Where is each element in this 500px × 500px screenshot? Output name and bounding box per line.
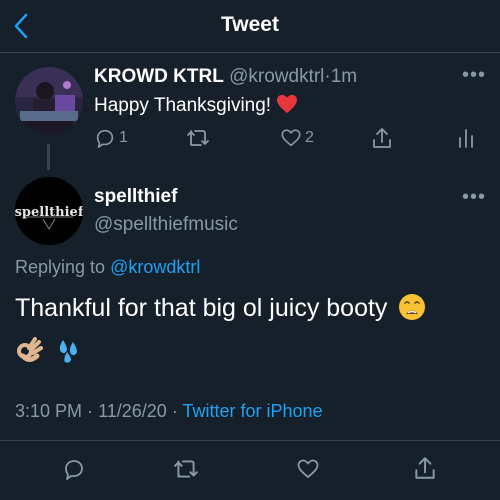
divider <box>0 440 500 441</box>
analytics-icon <box>458 127 474 149</box>
reply-button[interactable]: 1 <box>94 127 128 149</box>
tweet-text-row: Thankful for that big ol juicy booty <box>15 292 485 329</box>
red-heart-emoji-icon <box>276 94 298 120</box>
like-button[interactable] <box>296 457 320 481</box>
retweet-button[interactable] <box>186 127 210 149</box>
tweet-source-link[interactable]: Twitter for iPhone <box>183 401 323 421</box>
meta-separator: · <box>171 401 178 421</box>
parent-tweet-text-row: Happy Thanksgiving! <box>94 94 298 120</box>
replying-to-link[interactable]: @krowdktrl <box>110 257 200 277</box>
retweet-icon <box>173 457 199 481</box>
share-button[interactable] <box>371 126 393 150</box>
meta-separator: · <box>87 401 94 421</box>
display-name[interactable]: KROWD KTRL <box>94 66 224 87</box>
like-count: 2 <box>305 129 314 146</box>
ok-hand-emoji-icon <box>15 336 43 369</box>
replying-to-line: Replying to @krowdktrl <box>15 257 200 278</box>
heart-icon <box>296 457 320 481</box>
reply-icon <box>94 127 116 149</box>
reply-icon <box>62 457 86 481</box>
thread-line <box>47 144 50 170</box>
display-name[interactable]: spellthief <box>94 186 177 208</box>
more-options-icon[interactable]: ••• <box>462 186 486 209</box>
like-button[interactable]: 2 <box>280 127 314 149</box>
parent-tweet-text: Happy Thanksgiving! <box>94 95 272 116</box>
more-options-icon[interactable]: ••• <box>462 64 486 87</box>
share-button[interactable] <box>413 455 437 481</box>
share-icon <box>413 455 437 481</box>
heart-icon <box>280 127 302 149</box>
avatar-logo-text: spellthief <box>15 205 83 220</box>
share-icon <box>371 126 393 150</box>
reply-count: 1 <box>119 129 128 146</box>
tweet-time: 1m <box>330 66 358 87</box>
retweet-icon <box>186 127 210 149</box>
user-handle[interactable]: @spellthiefmusic <box>94 214 238 236</box>
reply-button[interactable] <box>62 457 86 481</box>
user-handle[interactable]: @krowdktrl <box>229 66 324 87</box>
tweet-text: Thankful for that big ol juicy booty <box>15 294 388 322</box>
weary-face-emoji-icon <box>398 293 426 329</box>
page-title: Tweet <box>221 13 279 36</box>
analytics-button[interactable] <box>458 127 474 149</box>
parent-tweet-header: KROWD KTRL @krowdktrl·1m <box>94 66 357 88</box>
replying-to-label: Replying to <box>15 257 106 277</box>
avatar-spellthief[interactable]: spellthief <box>15 177 83 245</box>
avatar-krowdktrl[interactable] <box>15 67 83 135</box>
retweet-button[interactable] <box>173 457 199 481</box>
tweet-meta: 3:10 PM · 11/26/20 · Twitter for iPhone <box>15 401 323 422</box>
tweet-time: 3:10 PM <box>15 401 83 421</box>
tweet-date: 11/26/20 <box>98 401 167 421</box>
emoji-line <box>15 336 83 369</box>
sweat-droplets-emoji-icon <box>55 336 83 369</box>
